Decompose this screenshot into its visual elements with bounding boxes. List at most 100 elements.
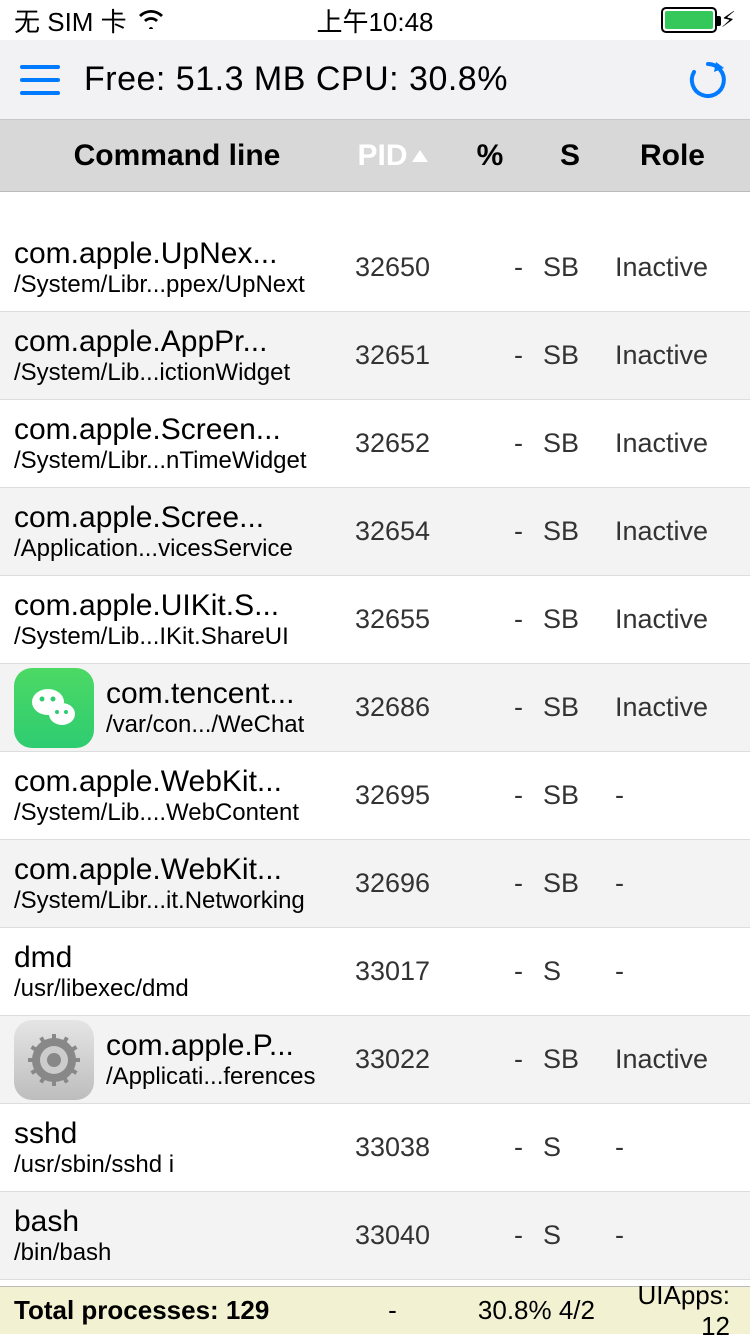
pid-cell: 32696: [340, 868, 445, 899]
table-row[interactable]: com.apple.Screen.../System/Libr...nTimeW…: [0, 400, 750, 488]
role-cell: Inactive: [605, 604, 750, 635]
role-cell: -: [605, 868, 750, 899]
process-name: com.apple.Scree...: [14, 501, 293, 535]
table-row[interactable]: com.apple.UpNex.../System/Libr...ppex/Up…: [0, 224, 750, 312]
pid-cell: 32686: [340, 692, 445, 723]
state-cell: S: [535, 1132, 605, 1163]
percent-cell: -: [445, 604, 535, 635]
percent-cell: -: [445, 428, 535, 459]
footer-dash: -: [340, 1295, 445, 1326]
pid-cell: 33022: [340, 1044, 445, 1075]
state-cell: S: [535, 1220, 605, 1251]
pid-cell: 33038: [340, 1132, 445, 1163]
footer-bar: Total processes: 129 - 30.8% 4/2 UIApps:…: [0, 1286, 750, 1334]
table-row[interactable]: com.apple.WebKit.../System/Libr...it.Net…: [0, 840, 750, 928]
carrier-text: 无 SIM 卡: [14, 2, 127, 39]
nav-title: Free: 51.3 MB CPU: 30.8%: [84, 60, 662, 99]
process-path: /bin/bash: [14, 1239, 111, 1267]
percent-cell: -: [445, 516, 535, 547]
pid-cell: 32655: [340, 604, 445, 635]
header-role[interactable]: Role: [605, 139, 750, 173]
menu-button[interactable]: [20, 65, 60, 95]
command-cell: com.tencent.../var/con.../WeChat: [0, 668, 340, 748]
process-path: /System/Libr...it.Networking: [14, 887, 305, 915]
role-cell: -: [605, 956, 750, 987]
percent-cell: -: [445, 780, 535, 811]
pid-cell: 32695: [340, 780, 445, 811]
footer-cpu: 30.8% 4/2: [445, 1295, 605, 1326]
table-row[interactable]: com.tencent.../var/con.../WeChat32686-SB…: [0, 664, 750, 752]
percent-cell: -: [445, 1044, 535, 1075]
state-cell: SB: [535, 516, 605, 547]
wifi-icon: [137, 5, 165, 36]
command-cell: com.apple.WebKit.../System/Lib....WebCon…: [0, 765, 340, 827]
table-row[interactable]: com.apple.AppPr.../System/Lib...ictionWi…: [0, 312, 750, 400]
state-cell: SB: [535, 252, 605, 283]
table-row[interactable]: bash/bin/bash33040-S-: [0, 1192, 750, 1280]
percent-cell: -: [445, 252, 535, 283]
command-cell: dmd/usr/libexec/dmd: [0, 941, 340, 1003]
role-cell: -: [605, 780, 750, 811]
table-row[interactable]: dmd/usr/libexec/dmd33017-S-: [0, 928, 750, 1016]
command-cell: com.apple.WebKit.../System/Libr...it.Net…: [0, 853, 340, 915]
header-pid[interactable]: PID: [340, 139, 445, 173]
role-cell: Inactive: [605, 516, 750, 547]
header-state[interactable]: S: [535, 139, 605, 173]
process-name: com.apple.WebKit...: [14, 765, 299, 799]
percent-cell: -: [445, 340, 535, 371]
pid-cell: 33017: [340, 956, 445, 987]
refresh-button[interactable]: [686, 58, 730, 102]
table-row[interactable]: com.apple.P.../Applicati...ferences33022…: [0, 1016, 750, 1104]
table-row[interactable]: /usr/libexec/...ileactivationd 32650: [0, 192, 750, 224]
table-header: Command line PID % S Role: [0, 120, 750, 192]
status-left: 无 SIM 卡: [14, 2, 165, 39]
sort-asc-icon: [412, 150, 428, 162]
state-cell: SB: [535, 340, 605, 371]
role-cell: -: [605, 1132, 750, 1163]
process-name: com.tencent...: [106, 677, 304, 711]
table-row[interactable]: com.apple.Scree.../Application...vicesSe…: [0, 488, 750, 576]
process-path: /usr/sbin/sshd i: [14, 1151, 174, 1179]
state-cell: SB: [535, 1044, 605, 1075]
command-cell: com.apple.P.../Applicati...ferences: [0, 1020, 340, 1100]
table-row[interactable]: com.apple.WebKit.../System/Lib....WebCon…: [0, 752, 750, 840]
role-cell: Inactive: [605, 340, 750, 371]
state-cell: S: [535, 956, 605, 987]
pid-cell: 33040: [340, 1220, 445, 1251]
percent-cell: -: [445, 692, 535, 723]
process-name: com.apple.UIKit.S...: [14, 589, 289, 623]
header-command-line[interactable]: Command line: [0, 139, 340, 173]
footer-total: Total processes: 129: [0, 1295, 340, 1326]
pid-cell: 32654: [340, 516, 445, 547]
nav-bar: Free: 51.3 MB CPU: 30.8%: [0, 40, 750, 120]
process-path: /System/Lib...IKit.ShareUI: [14, 623, 289, 651]
wechat-app-icon: [14, 668, 94, 748]
state-cell: SB: [535, 780, 605, 811]
command-cell: com.apple.Scree.../Application...vicesSe…: [0, 501, 340, 563]
header-percent[interactable]: %: [445, 139, 535, 173]
process-name: dmd: [14, 941, 189, 975]
process-path: /usr/libexec/dmd: [14, 975, 189, 1003]
pid-cell: 32652: [340, 428, 445, 459]
process-name: bash: [14, 1205, 111, 1239]
role-cell: -: [605, 1220, 750, 1251]
charging-icon: ⚡︎: [721, 7, 736, 33]
process-path: /System/Libr...ppex/UpNext: [14, 271, 305, 299]
state-cell: SB: [535, 692, 605, 723]
process-name: com.apple.Screen...: [14, 413, 307, 447]
process-path: /Application...vicesService: [14, 535, 293, 563]
footer-uiapps: UIApps: 12: [605, 1280, 750, 1342]
process-name: sshd: [14, 1117, 174, 1151]
table-row[interactable]: sshd/usr/sbin/sshd i33038-S-: [0, 1104, 750, 1192]
process-list[interactable]: /usr/libexec/...ileactivationd 32650 com…: [0, 192, 750, 1286]
state-cell: SB: [535, 604, 605, 635]
role-cell: Inactive: [605, 692, 750, 723]
process-name: com.apple.P...: [106, 1029, 315, 1063]
command-cell: sshd/usr/sbin/sshd i: [0, 1117, 340, 1179]
process-path: /var/con.../WeChat: [106, 711, 304, 739]
role-cell: Inactive: [605, 252, 750, 283]
status-right: ⚡︎: [661, 7, 736, 33]
state-cell: SB: [535, 868, 605, 899]
table-row[interactable]: com.apple.UIKit.S.../System/Lib...IKit.S…: [0, 576, 750, 664]
pid-cell: 32650: [340, 252, 445, 283]
